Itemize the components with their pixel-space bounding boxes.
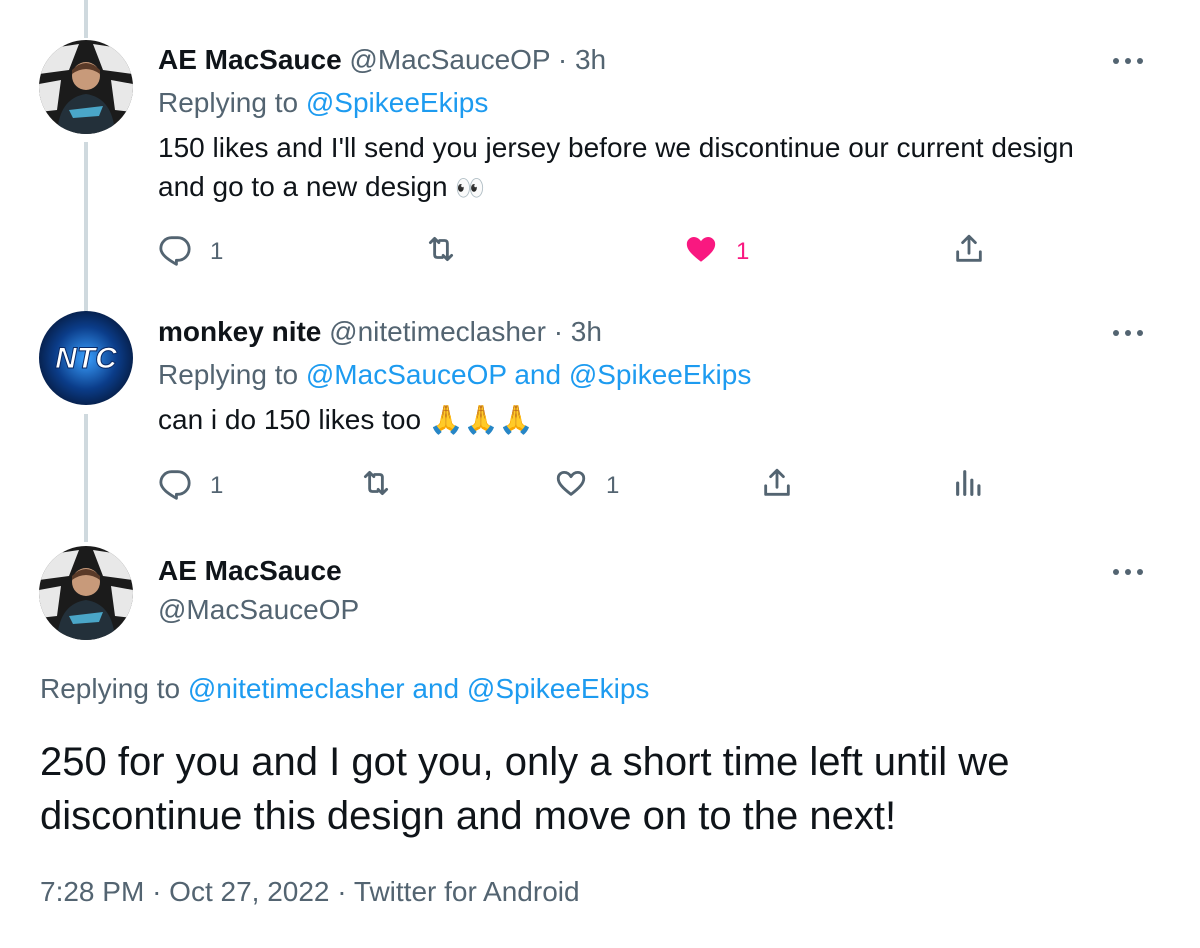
like-button[interactable]: 1 (554, 466, 619, 505)
reply-count: 1 (210, 471, 224, 499)
reply-count: 1 (210, 237, 224, 265)
thread-line-2 (84, 414, 88, 542)
separator: · (152, 876, 162, 907)
tweet-text: and go to a new design (158, 171, 448, 202)
tweet-time[interactable]: 7:28 PM (40, 876, 144, 907)
like-count: 1 (606, 471, 620, 499)
replying-to: Replying to @SpikeeEkips (158, 87, 488, 119)
thread-line-top (84, 0, 88, 38)
separator: · (337, 876, 347, 907)
retweet-button[interactable] (359, 466, 393, 505)
share-icon (760, 466, 794, 505)
like-count: 1 (736, 237, 750, 265)
more-icon[interactable] (1108, 562, 1148, 582)
tweet-text-line-2: and go to a new design 👀 (158, 167, 485, 209)
avatar[interactable] (39, 546, 133, 640)
replying-to: Replying to @MacSauceOP and @SpikeeEkips (158, 359, 751, 391)
reply-icon (158, 232, 192, 271)
user-handle[interactable]: @MacSauceOP (349, 44, 550, 75)
user-handle[interactable]: @MacSauceOP (158, 594, 359, 626)
replying-to: Replying to @nitetimeclasher and @Spikee… (40, 673, 649, 705)
replying-label: Replying to (158, 359, 299, 390)
tweet-text-line-1: 250 for you and I got you, only a short … (40, 740, 1010, 784)
display-name[interactable]: AE MacSauce (158, 44, 342, 75)
tweet-date[interactable]: Oct 27, 2022 (169, 876, 329, 907)
mention-link[interactable]: @MacSauceOP (306, 359, 507, 390)
tweet-source: Twitter for Android (353, 876, 580, 907)
replying-label: Replying to (40, 673, 181, 704)
replying-and: and (514, 359, 562, 390)
tweet-header: AE MacSauce @MacSauceOP · 3h (158, 44, 606, 76)
like-icon (684, 232, 718, 271)
more-icon[interactable] (1108, 323, 1148, 343)
avatar[interactable]: NTC (39, 311, 133, 405)
tweet-text-line-1: can i do 150 likes too 🙏🙏🙏 (158, 400, 533, 440)
share-button[interactable] (952, 232, 986, 271)
timestamp[interactable]: 3h (575, 44, 606, 75)
mention-link[interactable]: @SpikeeEkips (467, 673, 650, 704)
more-icon[interactable] (1108, 51, 1148, 71)
mention-link[interactable]: @nitetimeclasher (188, 673, 405, 704)
separator: · (557, 44, 568, 75)
like-icon (554, 466, 588, 505)
like-button[interactable]: 1 (684, 232, 749, 271)
replying-and: and (412, 673, 460, 704)
eyes-emoji: 👀 (455, 175, 486, 202)
user-handle[interactable]: @nitetimeclasher (329, 316, 546, 347)
display-name[interactable]: monkey nite (158, 316, 321, 347)
tweet-meta: 7:28 PM · Oct 27, 2022 · Twitter for And… (40, 876, 580, 908)
reply-icon (158, 466, 192, 505)
avatar[interactable] (39, 40, 133, 134)
reply-button[interactable]: 1 (158, 232, 223, 271)
share-button[interactable] (760, 466, 794, 505)
display-name[interactable]: AE MacSauce (158, 555, 342, 587)
timestamp[interactable]: 3h (571, 316, 602, 347)
replying-label: Replying to (158, 87, 299, 118)
analytics-icon (952, 466, 986, 505)
reply-button[interactable]: 1 (158, 466, 223, 505)
thread-line-1 (84, 142, 88, 312)
avatar-text: NTC (55, 342, 118, 375)
separator: · (553, 316, 564, 347)
tweet-text-line-1: 150 likes and I'll send you jersey befor… (158, 132, 1074, 163)
tweet-header: monkey nite @nitetimeclasher · 3h (158, 316, 602, 348)
retweet-button[interactable] (424, 232, 458, 271)
analytics-button[interactable] (952, 466, 986, 505)
tweet-text-line-2: discontinue this design and move on to t… (40, 794, 897, 838)
share-icon (952, 232, 986, 271)
tweet-text: can i do 150 likes too (158, 404, 422, 435)
retweet-icon (424, 232, 458, 271)
mention-link[interactable]: @SpikeeEkips (306, 87, 489, 118)
pray-emoji: 🙏🙏🙏 (428, 404, 534, 435)
mention-link[interactable]: @SpikeeEkips (569, 359, 752, 390)
retweet-icon (359, 466, 393, 505)
